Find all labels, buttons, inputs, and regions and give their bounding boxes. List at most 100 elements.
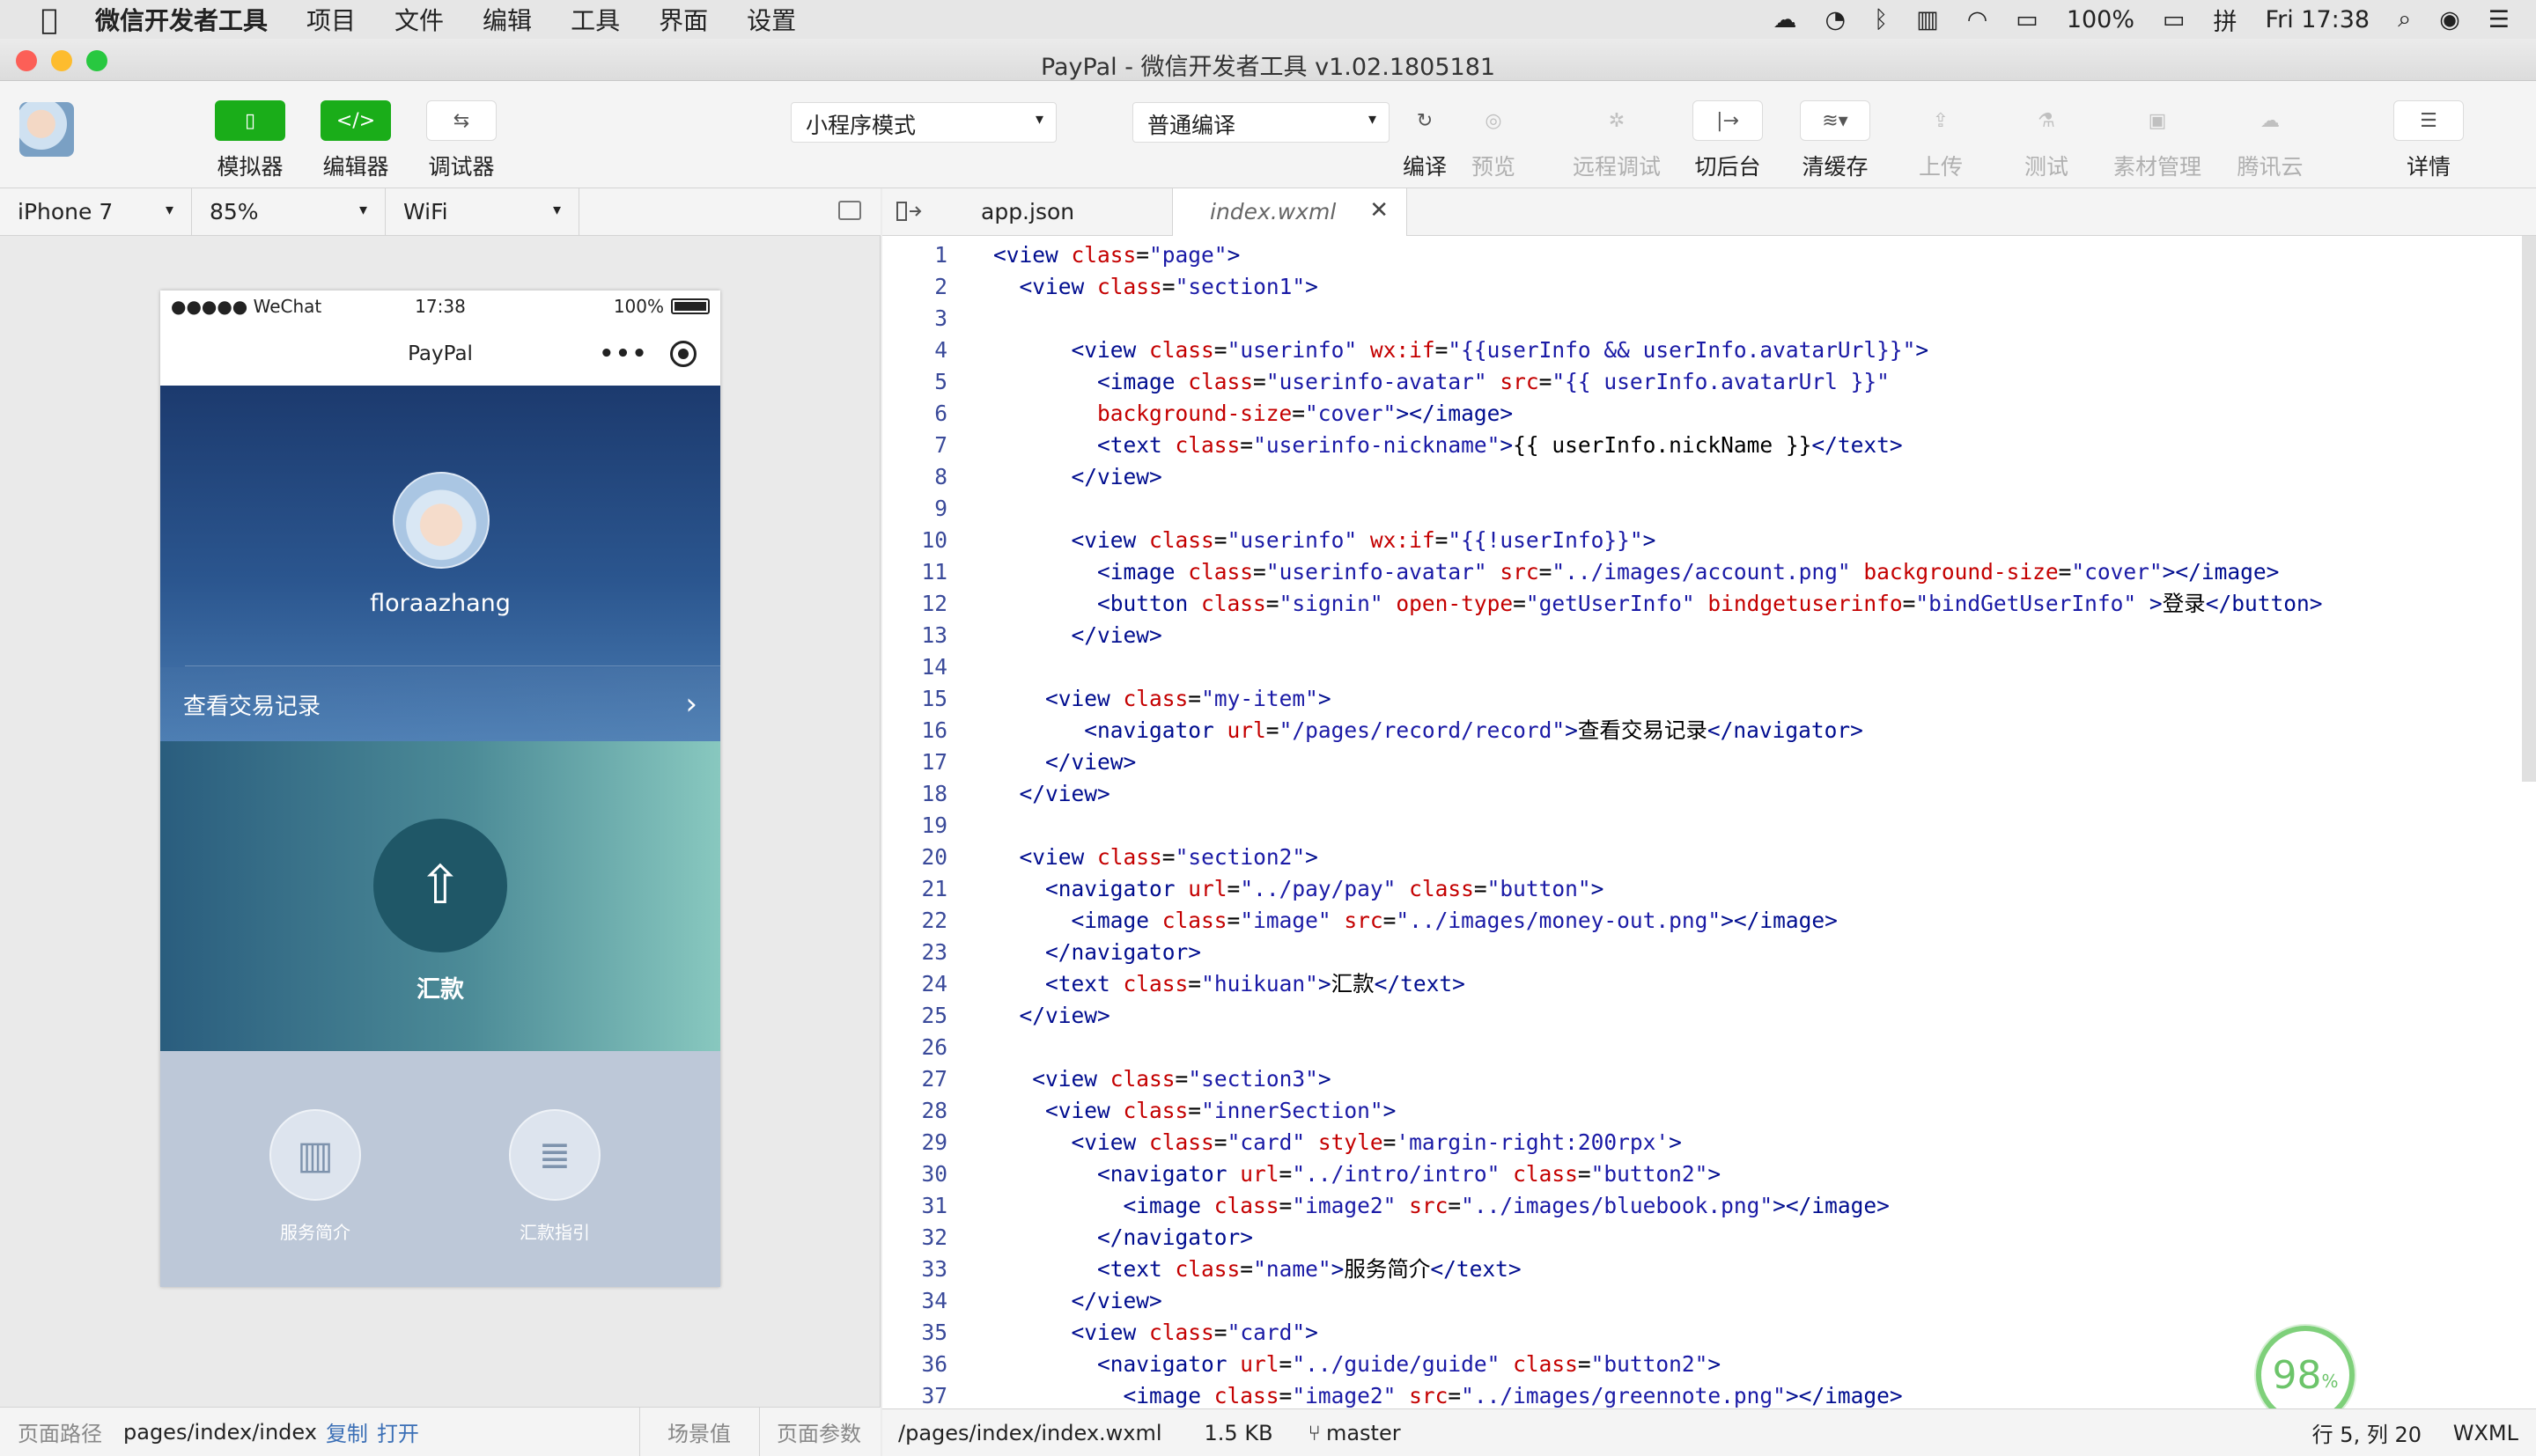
code-line[interactable]: 1 <view class="page"> (882, 239, 2520, 271)
menu-icon: ☰ (2393, 100, 2464, 141)
zoom-select[interactable]: 85% ▾ (192, 188, 386, 236)
code-token: "page" (1149, 242, 1227, 268)
code-line[interactable]: 17 </view> (882, 746, 2520, 778)
code-line[interactable]: 11 <image class="userinfo-avatar" src=".… (882, 556, 2520, 588)
menu-interface[interactable]: 界面 (659, 2, 708, 37)
code-line[interactable]: 21 <navigator url="../pay/pay" class="bu… (882, 873, 2520, 905)
toggle-file-tree-icon[interactable] (896, 201, 923, 222)
code-line[interactable]: 13 </view> (882, 620, 2520, 651)
code-line[interactable]: 19 (882, 810, 2520, 842)
code-line[interactable]: 9 (882, 493, 2520, 525)
compile-button[interactable]: ↻ 编译 (1398, 100, 1451, 181)
airplay-icon[interactable]: ▭ (2016, 6, 2038, 33)
preview-button[interactable]: ◎ 预览 (1467, 100, 1520, 181)
apple-menu-icon[interactable]:  (23, 3, 76, 36)
code-editor[interactable]: 1 <view class="page"> 2 <view class="secti… (882, 236, 2536, 1408)
upload-button[interactable]: ⇪ 上传 (1906, 100, 1976, 181)
code-line[interactable]: 28 <view class="innerSection"> (882, 1095, 2520, 1127)
code-line[interactable]: 29 <view class="card" style='margin-righ… (882, 1127, 2520, 1158)
close-tab-icon[interactable]: ✕ (1369, 197, 1389, 224)
code-line[interactable]: 24 <text class="huikuan">汇款</text> (882, 968, 2520, 1000)
code-line[interactable]: 32 </navigator> (882, 1222, 2520, 1254)
details-button[interactable]: ☰ 详情 (2393, 100, 2464, 181)
remote-debug-button[interactable]: ✲ 远程调试 (1573, 100, 1661, 181)
language-mode[interactable]: WXML (2453, 1421, 2518, 1445)
app-menu[interactable]: 微信开发者工具 (95, 2, 268, 37)
code-line[interactable]: 12 <button class="signin" open-type="get… (882, 588, 2520, 620)
code-line[interactable]: 6 background-size="cover"></image> (882, 398, 2520, 430)
scene-value-button[interactable]: 场景值 (667, 1416, 731, 1447)
code-line[interactable]: 4 <view class="userinfo" wx:if="{{userIn… (882, 335, 2520, 366)
code-line[interactable]: 14 (882, 651, 2520, 683)
tencent-cloud-button[interactable]: ☁ 腾讯云 (2235, 100, 2305, 181)
user-avatar[interactable] (19, 102, 74, 157)
background-button[interactable]: |→ 切后台 (1692, 100, 1763, 181)
battery-icon[interactable]: ▭ (2163, 6, 2186, 33)
code-token: "name" (1253, 1256, 1331, 1282)
code-line[interactable]: 26 (882, 1032, 2520, 1063)
code-line[interactable]: 18 </view> (882, 778, 2520, 810)
open-path-link[interactable]: 打开 (377, 1416, 419, 1447)
editor-button[interactable]: </> 编辑器 (321, 100, 391, 181)
code-line[interactable]: 7 <text class="userinfo-nickname">{{ use… (882, 430, 2520, 461)
input-method-icon[interactable]: 拼 (2214, 3, 2237, 37)
cursor-position[interactable]: 行 5, 列 20 (2312, 1417, 2422, 1448)
pay-guide-card[interactable]: ≣ 汇款指引 (484, 1109, 625, 1244)
editor-scrollbar[interactable] (2522, 236, 2536, 782)
code-line[interactable]: 16 <navigator url="/pages/record/record"… (882, 715, 2520, 746)
code-line[interactable]: 2 <view class="section1"> (882, 271, 2520, 303)
notification-center-icon[interactable]: ☰ (2488, 6, 2510, 33)
siri-icon[interactable]: ◉ (2439, 6, 2460, 33)
chevron-down-icon: ▾ (358, 201, 367, 219)
simulator-button[interactable]: ▯ 模拟器 (215, 100, 285, 181)
code-line[interactable]: 20 <view class="section2"> (882, 842, 2520, 873)
test-button[interactable]: ⚗ 测试 (2011, 100, 2082, 181)
git-branch[interactable]: master (1326, 1421, 1401, 1445)
code-line[interactable]: 25 </view> (882, 1000, 2520, 1032)
transaction-record-link[interactable]: 查看交易记录 › (160, 667, 720, 741)
code-line[interactable]: 15 <view class="my-item"> (882, 683, 2520, 715)
menu-settings[interactable]: 设置 (747, 2, 796, 37)
compile-select[interactable]: 普通编译 ▾ (1132, 102, 1390, 143)
code-line[interactable]: 23 </navigator> (882, 937, 2520, 968)
qq-icon[interactable]: ◔ (1825, 6, 1846, 33)
code-token: <view (993, 242, 1072, 268)
tab-index-wxml[interactable]: index.wxml ✕ (1173, 188, 1407, 236)
bluetooth-icon[interactable]: ᛒ (1874, 6, 1888, 33)
money-out-icon[interactable]: ⇧ (373, 819, 507, 952)
mode-select[interactable]: 小程序模式 ▾ (791, 102, 1057, 143)
copy-path-link[interactable]: 复制 (326, 1416, 368, 1447)
wifi-icon[interactable]: ◠ (1967, 6, 1988, 33)
code-line[interactable]: 27 <view class="section3"> (882, 1063, 2520, 1095)
code-line[interactable]: 22 <image class="image" src="../images/m… (882, 905, 2520, 937)
code-line[interactable]: 10 <view class="userinfo" wx:if="{{!user… (882, 525, 2520, 556)
tab-app-json[interactable]: app.json (939, 188, 1173, 236)
detach-window-icon[interactable] (838, 201, 861, 220)
asset-manage-button[interactable]: ▣ 素材管理 (2113, 100, 2201, 181)
spotlight-search-icon[interactable]: ⌕ (2398, 5, 2411, 33)
cloud-upload-icon[interactable]: ☁ (1773, 6, 1796, 33)
code-line[interactable]: 33 <text class="name">服务简介</text> (882, 1254, 2520, 1285)
code-line[interactable]: 8 </view> (882, 461, 2520, 493)
clear-cache-button[interactable]: ≋▾ 清缓存 (1800, 100, 1870, 181)
menubar-clock[interactable]: Fri 17:38 (2266, 6, 2370, 33)
code-line[interactable]: 34 </view> (882, 1285, 2520, 1317)
code-line[interactable]: 5 <image class="userinfo-avatar" src="{{… (882, 366, 2520, 398)
close-miniprogram-icon[interactable] (670, 341, 697, 367)
menu-edit[interactable]: 编辑 (483, 2, 532, 37)
network-select[interactable]: WiFi ▾ (386, 188, 579, 236)
menu-tools[interactable]: 工具 (571, 2, 620, 37)
debugger-button[interactable]: ⇆ 调试器 (426, 100, 497, 181)
code-line[interactable]: 3 (882, 303, 2520, 335)
device-select[interactable]: iPhone 7 ▾ (0, 188, 192, 236)
memory-icon[interactable]: ▥ (1916, 6, 1939, 33)
page-params-button[interactable]: 页面参数 (777, 1416, 861, 1447)
more-icon[interactable]: ••• (600, 322, 649, 386)
menu-file[interactable]: 文件 (394, 2, 444, 37)
code-line[interactable]: 31 <image class="image2" src="../images/… (882, 1190, 2520, 1222)
code-line[interactable]: 30 <navigator url="../intro/intro" class… (882, 1158, 2520, 1190)
service-intro-card[interactable]: ▥ 服务简介 (245, 1109, 386, 1244)
menu-project[interactable]: 项目 (306, 2, 356, 37)
